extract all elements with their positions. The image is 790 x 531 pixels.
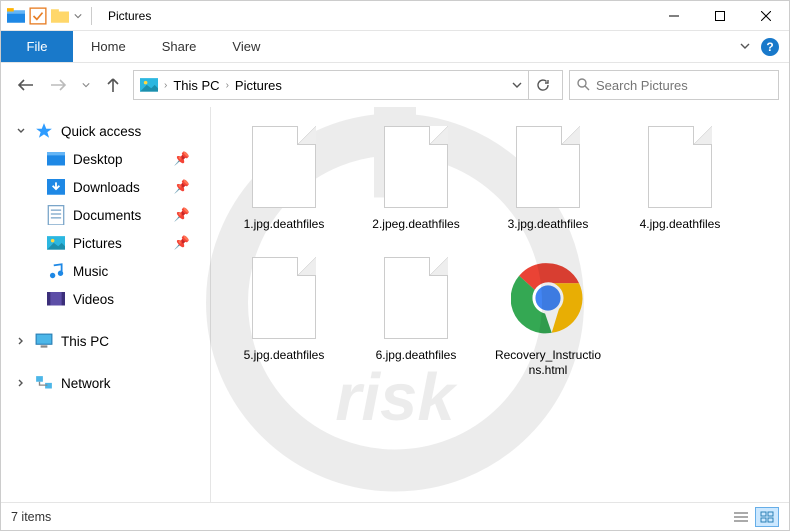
pictures-location-icon [140, 77, 158, 93]
sidebar-item-label: Downloads [73, 180, 140, 195]
blank-file-icon [379, 252, 453, 344]
blank-file-icon [511, 121, 585, 213]
title-bar: Pictures [1, 1, 789, 31]
qat-newfolder-icon[interactable] [51, 7, 69, 25]
file-item[interactable]: 2.jpeg.deathfiles [361, 121, 471, 232]
quick-access-label: Quick access [61, 124, 141, 139]
desktop-icon [47, 151, 65, 167]
ribbon-file-tab[interactable]: File [1, 31, 73, 62]
sidebar-item-downloads[interactable]: Downloads 📌 [1, 173, 210, 201]
address-bar[interactable]: › This PC › Pictures [133, 70, 563, 100]
sidebar-item-label: Music [73, 264, 108, 279]
search-icon [576, 77, 590, 94]
blank-file-icon [379, 121, 453, 213]
sidebar-item-label: Desktop [73, 152, 123, 167]
file-item[interactable]: 6.jpg.deathfiles [361, 252, 471, 378]
ribbon: File Home Share View ? [1, 31, 789, 63]
ribbon-expand-icon[interactable] [739, 38, 751, 56]
sidebar-item-videos[interactable]: Videos [1, 285, 210, 313]
file-item[interactable]: Recovery_Instructions.html [493, 252, 603, 378]
navigation-pane: Quick access Desktop 📌 Downloads 📌 Docum… [1, 107, 211, 502]
main-area: risk Quick access Desktop 📌 Downloads 📌 [1, 107, 789, 502]
nav-up-button[interactable] [99, 71, 127, 99]
sidebar-item-desktop[interactable]: Desktop 📌 [1, 145, 210, 173]
minimize-button[interactable] [651, 1, 697, 31]
ribbon-tab-share[interactable]: Share [144, 31, 215, 62]
file-name-label: 4.jpg.deathfiles [640, 217, 721, 232]
breadcrumb-this-pc[interactable]: This PC [173, 78, 219, 93]
chrome-icon [511, 252, 585, 344]
ribbon-tab-view[interactable]: View [214, 31, 278, 62]
sidebar-item-label: Documents [73, 208, 141, 223]
collapse-icon[interactable] [15, 126, 27, 136]
pin-icon: 📌 [174, 207, 190, 223]
documents-icon [47, 207, 65, 223]
address-bar-row: › This PC › Pictures [1, 63, 789, 107]
help-icon[interactable]: ? [761, 38, 779, 56]
pin-icon: 📌 [174, 179, 190, 195]
blank-file-icon [247, 121, 321, 213]
sidebar-item-pictures[interactable]: Pictures 📌 [1, 229, 210, 257]
separator [91, 7, 92, 25]
downloads-icon [47, 179, 65, 195]
file-item[interactable]: 4.jpg.deathfiles [625, 121, 735, 232]
nav-recent-dropdown[interactable] [79, 71, 93, 99]
expand-icon[interactable] [15, 336, 27, 346]
sidebar-item-label: Pictures [73, 236, 122, 251]
file-item[interactable]: 1.jpg.deathfiles [229, 121, 339, 232]
file-name-label: Recovery_Instructions.html [493, 348, 603, 378]
status-item-count: 7 items [11, 510, 51, 524]
sidebar-network[interactable]: Network [1, 369, 210, 397]
quick-access-toolbar [1, 7, 102, 25]
large-icons-view-button[interactable] [755, 507, 779, 527]
file-item[interactable]: 3.jpg.deathfiles [493, 121, 603, 232]
nav-back-button[interactable] [11, 71, 39, 99]
window-title: Pictures [102, 9, 151, 23]
address-dropdown-icon[interactable] [512, 78, 522, 93]
sidebar-item-label: Videos [73, 292, 114, 307]
star-icon [35, 123, 53, 139]
network-label: Network [61, 376, 111, 391]
file-name-label: 1.jpg.deathfiles [244, 217, 325, 232]
file-name-label: 6.jpg.deathfiles [376, 348, 457, 363]
nav-forward-button[interactable] [45, 71, 73, 99]
pin-icon: 📌 [174, 151, 190, 167]
chevron-right-icon[interactable]: › [226, 80, 229, 91]
search-input[interactable] [569, 70, 779, 100]
ribbon-tab-home[interactable]: Home [73, 31, 144, 62]
file-name-label: 2.jpeg.deathfiles [372, 217, 459, 232]
status-bar: 7 items [1, 502, 789, 530]
blank-file-icon [643, 121, 717, 213]
blank-file-icon [247, 252, 321, 344]
videos-icon [47, 291, 65, 307]
expand-icon[interactable] [15, 378, 27, 388]
pin-icon: 📌 [174, 235, 190, 251]
details-view-button[interactable] [729, 507, 753, 527]
close-button[interactable] [743, 1, 789, 31]
maximize-button[interactable] [697, 1, 743, 31]
this-pc-icon [35, 333, 53, 349]
refresh-button[interactable] [528, 71, 556, 99]
chevron-right-icon[interactable]: › [164, 80, 167, 91]
file-list[interactable]: 1.jpg.deathfiles 2.jpeg.deathfiles 3.jpg.d… [211, 107, 789, 502]
search-field[interactable] [596, 78, 772, 93]
file-name-label: 5.jpg.deathfiles [244, 348, 325, 363]
qat-dropdown-icon[interactable] [73, 7, 83, 25]
sidebar-this-pc[interactable]: This PC [1, 327, 210, 355]
pictures-icon [47, 235, 65, 251]
sidebar-item-documents[interactable]: Documents 📌 [1, 201, 210, 229]
this-pc-label: This PC [61, 334, 109, 349]
network-icon [35, 375, 53, 391]
breadcrumb-pictures[interactable]: Pictures [235, 78, 282, 93]
music-icon [47, 263, 65, 279]
qat-properties-icon[interactable] [29, 7, 47, 25]
file-item[interactable]: 5.jpg.deathfiles [229, 252, 339, 378]
file-name-label: 3.jpg.deathfiles [508, 217, 589, 232]
sidebar-quick-access[interactable]: Quick access [1, 117, 210, 145]
explorer-app-icon [7, 7, 25, 25]
sidebar-item-music[interactable]: Music [1, 257, 210, 285]
